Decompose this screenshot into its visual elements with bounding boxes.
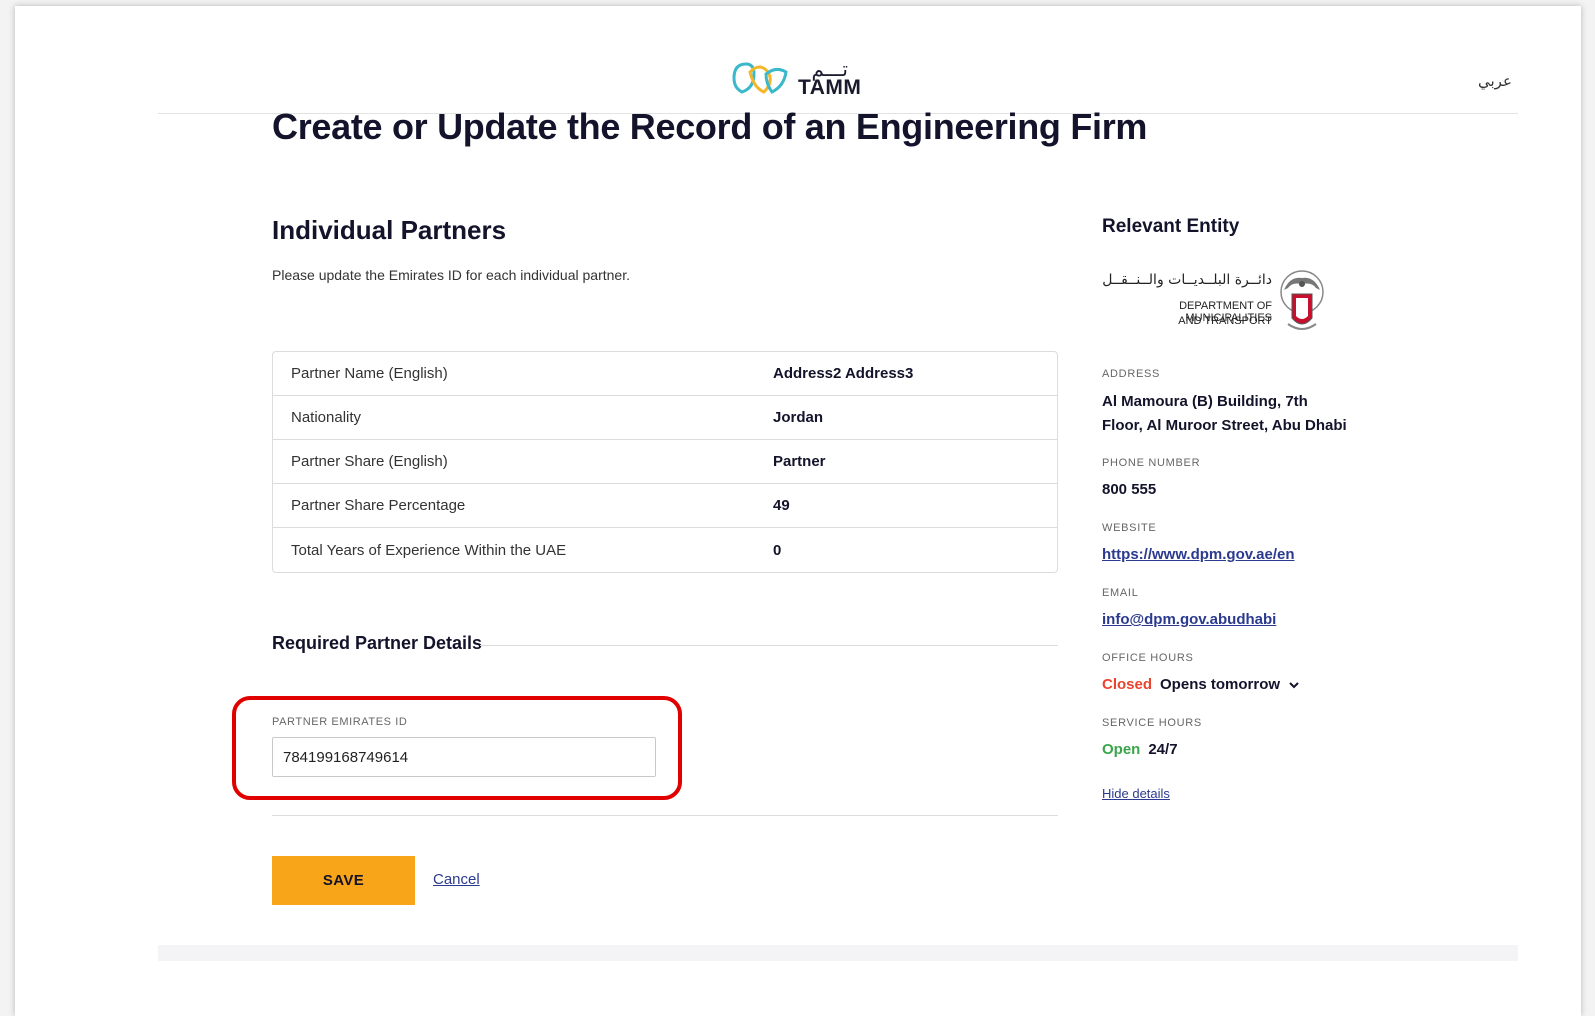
row-label: Partner Share Percentage: [291, 497, 466, 514]
table-row: Partner Share (English) Partner: [273, 440, 1057, 484]
phone-value: 800 555: [1102, 481, 1157, 498]
entity-logo: دائــرة البلــديــات والــنــقــل DEPART…: [1102, 268, 1332, 338]
chevron-down-icon[interactable]: [1288, 679, 1300, 691]
service-hours-label: SERVICE HOURS: [1102, 717, 1202, 729]
falcon-emblem-icon: [1280, 270, 1324, 330]
save-button[interactable]: SAVE: [272, 856, 415, 905]
row-value: 0: [773, 541, 782, 559]
row-value: 49: [773, 497, 790, 514]
tamm-logo[interactable]: تـــم TAMM: [730, 58, 861, 98]
row-label: Nationality: [291, 409, 362, 426]
form-divider: [272, 815, 1058, 816]
cancel-link[interactable]: Cancel: [433, 871, 480, 888]
office-status-closed: Closed: [1102, 676, 1153, 693]
service-status-open: Open: [1102, 741, 1141, 758]
email-label: EMAIL: [1102, 587, 1139, 599]
table-row: Partner Name (English) Address2 Address3: [273, 352, 1057, 396]
row-label: Partner Share (English): [291, 453, 448, 470]
service-hours-value: 24/7: [1148, 741, 1178, 758]
row-label: Partner Name (English): [291, 365, 448, 382]
hide-details-link[interactable]: Hide details: [1102, 786, 1170, 801]
row-label: Total Years of Experience Within the UAE: [291, 541, 567, 559]
tamm-logo-text: تـــم TAMM: [798, 59, 861, 98]
email-link[interactable]: info@dpm.gov.abudhabi: [1102, 611, 1276, 628]
table-row: Total Years of Experience Within the UAE…: [273, 528, 1057, 572]
table-row: Nationality Jordan: [273, 396, 1057, 440]
tamm-logo-english: TAMM: [798, 75, 862, 99]
office-next-opening: Opens tomorrow: [1160, 676, 1281, 693]
row-value: Partner: [773, 453, 826, 470]
emirates-id-input[interactable]: [272, 737, 656, 777]
phone-label: PHONE NUMBER: [1102, 457, 1201, 469]
entity-logo-arabic: دائــرة البلــديــات والــنــقــل: [1102, 272, 1272, 288]
table-row: Partner Share Percentage 49: [273, 484, 1057, 528]
entity-title: Relevant Entity: [1102, 216, 1240, 237]
address-line2: Floor, Al Muroor Street, Abu Dhabi: [1102, 417, 1347, 434]
section-description: Please update the Emirates ID for each i…: [272, 267, 630, 283]
tamm-logo-icon: [732, 62, 788, 94]
tamm-logo-arabic: تـــم: [811, 56, 848, 81]
footer-band: [158, 945, 1518, 961]
row-value: Address2 Address3: [773, 365, 914, 382]
row-value: Jordan: [773, 409, 824, 426]
entity-logo-english-line2: AND TRANSPORT: [1178, 315, 1272, 327]
website-link[interactable]: https://www.dpm.gov.ae/en: [1102, 546, 1295, 563]
partner-details-table: Partner Name (English) Address2 Address3…: [272, 351, 1058, 573]
office-hours-label: OFFICE HOURS: [1102, 652, 1194, 664]
required-details-title: Required Partner Details: [272, 633, 483, 653]
required-details-divider: [480, 645, 1058, 646]
address-label: ADDRESS: [1102, 368, 1161, 380]
website-label: WEBSITE: [1102, 522, 1157, 534]
page-title: Create or Update the Record of an Engine…: [272, 106, 1148, 147]
emirates-id-label: PARTNER EMIRATES ID: [272, 716, 408, 728]
office-hours-status[interactable]: Closed Opens tomorrow: [1102, 676, 1300, 693]
address-line1: Al Mamoura (B) Building, 7th: [1102, 393, 1308, 410]
section-title: Individual Partners: [272, 215, 507, 245]
language-toggle[interactable]: عربي: [1478, 72, 1512, 90]
service-hours-status: Open 24/7: [1102, 741, 1178, 758]
